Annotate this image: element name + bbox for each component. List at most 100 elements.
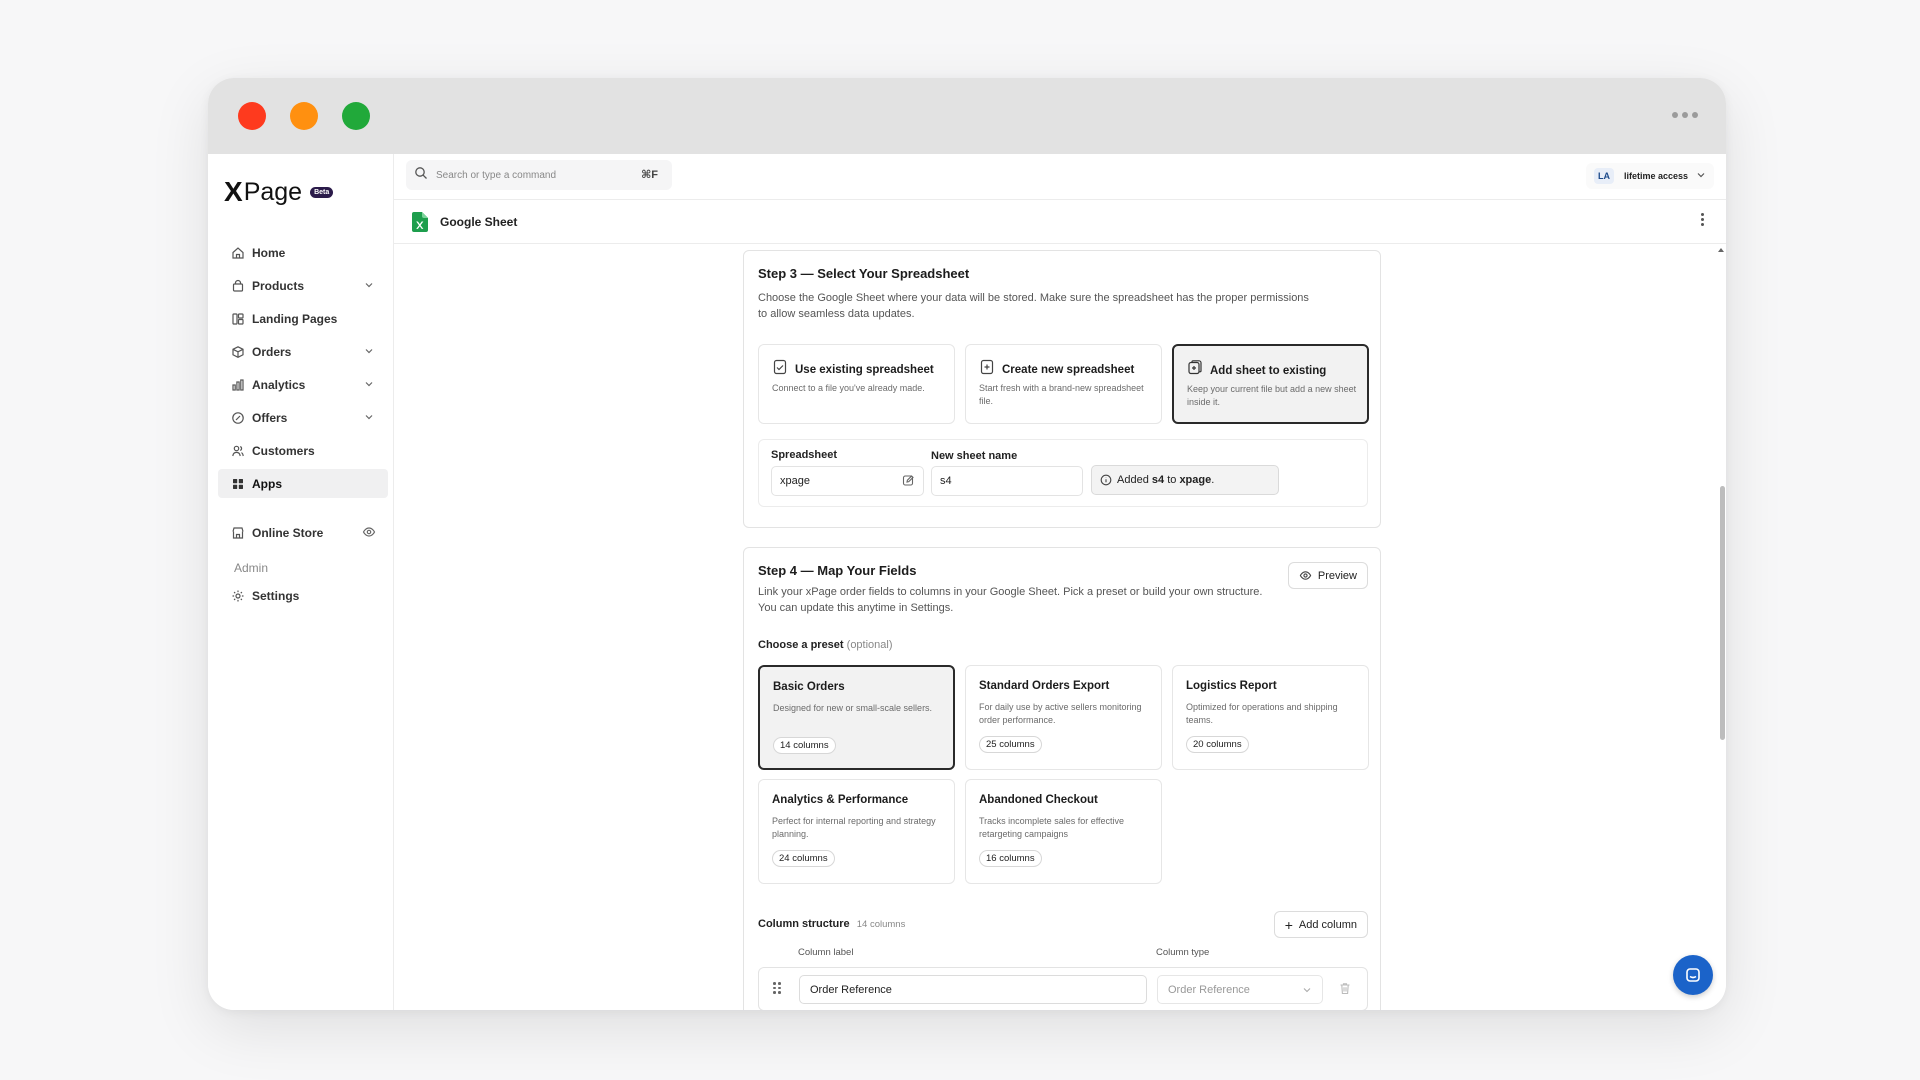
column-count-badge: 20 columns <box>1186 736 1249 753</box>
add-column-button[interactable]: + Add column <box>1273 911 1368 938</box>
option-description: Keep your current file but add a new she… <box>1187 384 1357 407</box>
drag-handle-icon[interactable] <box>773 982 781 994</box>
chevron-down-icon[interactable] <box>364 345 374 359</box>
spreadsheet-value: xpage <box>780 475 810 487</box>
trash-icon[interactable] <box>1339 982 1351 1000</box>
close-window-button[interactable] <box>238 102 266 130</box>
sidebar-item-settings[interactable]: Settings <box>218 581 388 610</box>
column-type-value: Order Reference <box>1168 983 1250 996</box>
column-label-header: Column label <box>798 947 854 958</box>
sidebar-item-online-store[interactable]: Online Store <box>218 518 388 547</box>
edit-icon[interactable] <box>902 474 915 490</box>
sidebar-item-label: Home <box>252 245 286 260</box>
preset-standard-orders[interactable]: Standard Orders Export For daily use by … <box>965 665 1162 770</box>
sidebar-item-label: Products <box>252 278 305 293</box>
sidebar-item-label: Analytics <box>252 377 306 392</box>
preset-analytics-performance[interactable]: Analytics & Performance Perfect for inte… <box>758 779 955 884</box>
xpage-logo[interactable]: X Page Beta <box>224 176 334 208</box>
step4-description: Link your xPage order fields to columns … <box>758 586 1263 614</box>
spreadsheet-field[interactable]: xpage <box>771 466 924 496</box>
note-mid: to <box>1167 474 1177 486</box>
preset-title: Analytics & Performance <box>772 794 909 806</box>
sidebar-item-offers[interactable]: Offers <box>218 403 388 432</box>
sidebar-item-landing-pages[interactable]: Landing Pages <box>218 304 388 333</box>
command-search[interactable]: ⌘F <box>406 160 672 190</box>
add-column-label: Add column <box>1298 918 1357 931</box>
sidebar-item-label: Apps <box>252 476 282 491</box>
search-icon <box>414 166 428 185</box>
logo-mark: X <box>224 176 243 207</box>
step3-description: Choose the Google Sheet where your data … <box>758 292 1309 320</box>
column-type-select[interactable]: Order Reference <box>1157 975 1323 1004</box>
file-check-icon <box>772 359 788 380</box>
chevron-down-icon[interactable] <box>364 411 374 425</box>
preset-abandoned-checkout[interactable]: Abandoned Checkout Tracks incomplete sal… <box>965 779 1162 884</box>
search-shortcut: ⌘F <box>641 169 658 181</box>
admin-section-label: Admin <box>234 561 269 575</box>
column-structure-label: Column structure <box>758 918 850 930</box>
scroll-up-icon[interactable] <box>1718 248 1724 252</box>
app-header: Google Sheet <box>394 200 1726 244</box>
eye-icon[interactable] <box>362 525 376 542</box>
chevron-down-icon[interactable] <box>364 378 374 392</box>
option-title: Use existing spreadsheet <box>795 363 934 376</box>
column-type-header: Column type <box>1156 947 1210 958</box>
files-icon <box>1187 360 1203 381</box>
more-horizontal-icon[interactable] <box>1672 112 1698 118</box>
sidebar: X Page Beta Home Products Landing Pages … <box>208 154 394 1010</box>
step3-title: Step 3 — Select Your Spreadsheet <box>758 266 970 281</box>
preview-label: Preview <box>1317 569 1357 582</box>
sidebar-item-label: Landing Pages <box>252 311 338 326</box>
eye-icon <box>1299 569 1312 582</box>
sidebar-item-products[interactable]: Products <box>218 271 388 300</box>
option-create-new[interactable]: Create new spreadsheet Start fresh with … <box>965 344 1162 424</box>
sidebar-item-apps[interactable]: Apps <box>218 469 388 498</box>
info-icon <box>1100 474 1112 486</box>
step4-title: Step 4 — Map Your Fields <box>758 563 917 578</box>
option-add-sheet[interactable]: Add sheet to existing Keep your current … <box>1172 344 1369 424</box>
minimize-window-button[interactable] <box>290 102 318 130</box>
column-label-input[interactable]: Order Reference <box>799 975 1147 1004</box>
chevron-down-icon[interactable] <box>364 279 374 293</box>
kebab-menu-icon[interactable] <box>1701 213 1704 226</box>
sidebar-nav: Home Products Landing Pages Orders Analy… <box>218 238 388 614</box>
preset-title: Standard Orders Export <box>979 680 1110 692</box>
sidebar-item-home[interactable]: Home <box>218 238 388 267</box>
google-sheets-icon <box>412 212 428 237</box>
bag-icon <box>230 278 246 294</box>
account-menu[interactable]: LA lifetime access <box>1585 163 1714 189</box>
sheet-name-field[interactable]: s4 <box>931 466 1083 496</box>
sheet-fields-panel: Spreadsheet xpage New sheet name s4 Adde… <box>758 439 1368 507</box>
search-input[interactable] <box>436 169 616 181</box>
preset-logistics-report[interactable]: Logistics Report Optimized for operation… <box>1172 665 1369 770</box>
sidebar-item-orders[interactable]: Orders <box>218 337 388 366</box>
logo-text: Page <box>243 177 303 206</box>
note-sheet: s4 <box>1151 474 1165 486</box>
option-use-existing[interactable]: Use existing spreadsheet Connect to a fi… <box>758 344 955 424</box>
column-structure-heading: Column structure 14 columns <box>758 918 905 930</box>
maximize-window-button[interactable] <box>342 102 370 130</box>
preset-optional: (optional) <box>846 639 893 651</box>
column-label-value: Order Reference <box>810 983 892 996</box>
beta-badge: Beta <box>310 186 334 198</box>
sidebar-item-customers[interactable]: Customers <box>218 436 388 465</box>
scrollbar-thumb[interactable] <box>1720 486 1725 740</box>
preset-heading: Choose a preset (optional) <box>758 639 893 651</box>
sidebar-item-label: Customers <box>252 443 315 458</box>
preset-basic-orders[interactable]: Basic Orders Designed for new or small-s… <box>758 665 955 770</box>
chat-button[interactable] <box>1673 955 1713 995</box>
sidebar-item-label: Online Store <box>252 525 324 540</box>
main-content: Step 3 — Select Your Spreadsheet Choose … <box>394 244 1726 1010</box>
column-count-badge: 24 columns <box>772 850 835 867</box>
grid-icon <box>230 476 246 492</box>
preset-description: For daily use by active sellers monitori… <box>979 702 1142 725</box>
top-bar: ⌘F LA lifetime access <box>394 154 1726 200</box>
sheet-name-value: s4 <box>940 475 952 487</box>
column-row: Order Reference Order Reference <box>758 967 1368 1010</box>
sidebar-item-analytics[interactable]: Analytics <box>218 370 388 399</box>
preview-button[interactable]: Preview <box>1287 562 1368 589</box>
scrollbar[interactable] <box>1718 244 1726 1010</box>
app-window: X Page Beta Home Products Landing Pages … <box>208 78 1726 1010</box>
app-title: Google Sheet <box>440 215 518 229</box>
plus-icon: + <box>1284 916 1293 933</box>
